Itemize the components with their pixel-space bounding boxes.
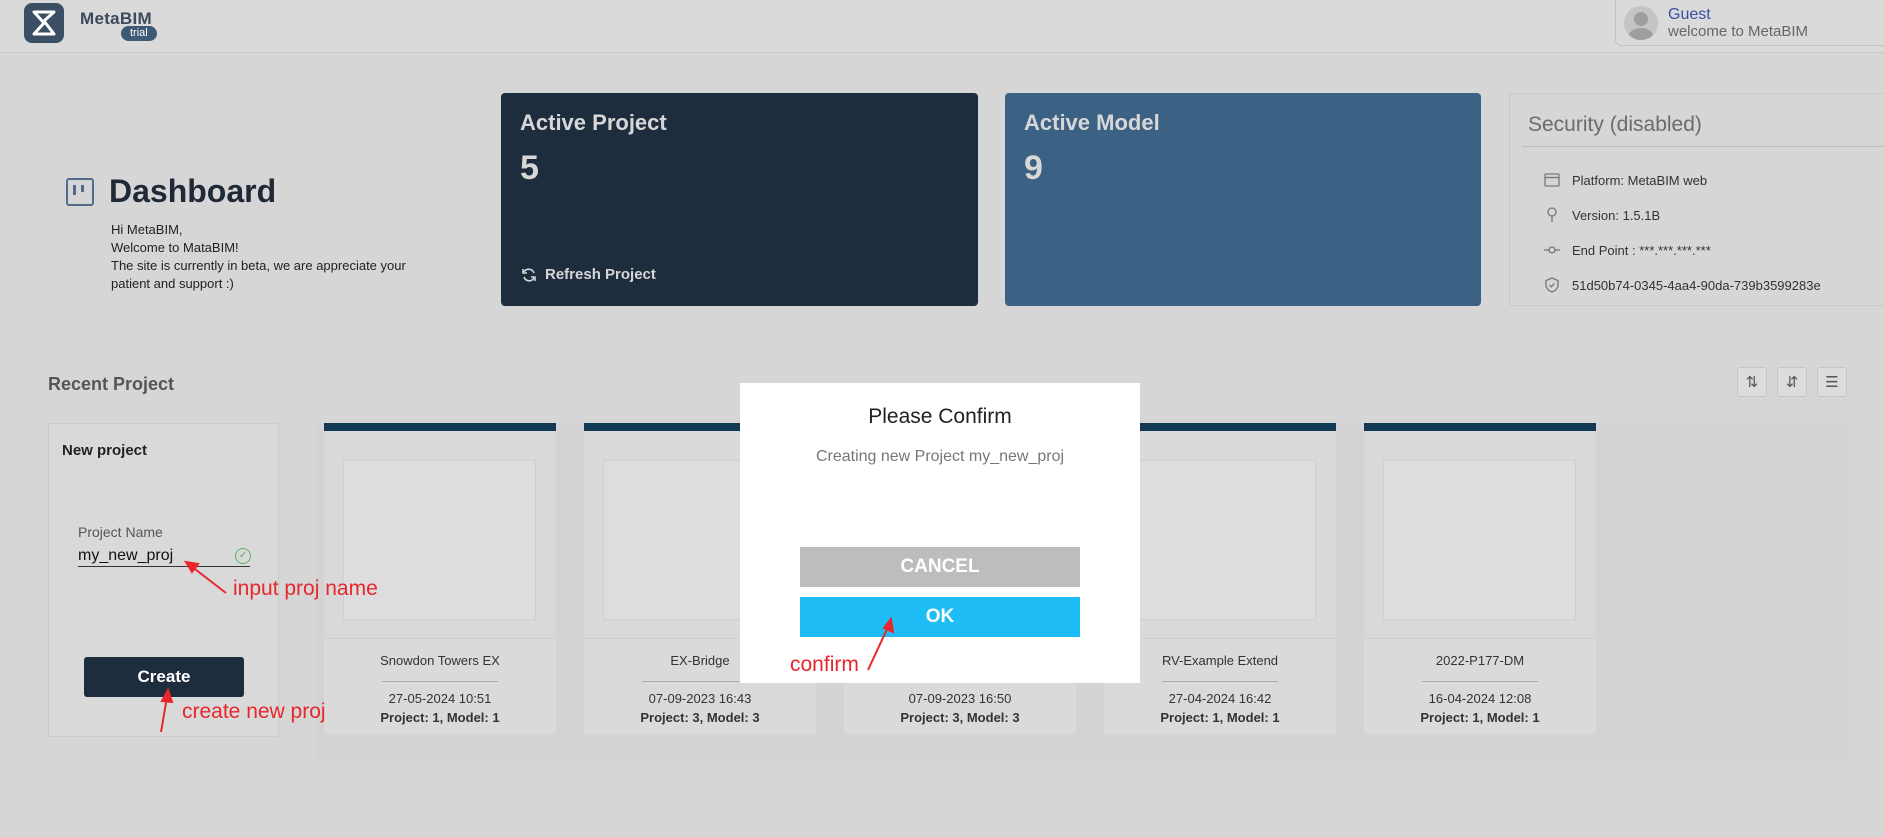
project-date: 16-04-2024 12:08 [1428, 691, 1532, 706]
endpoint-row: End Point : ***.***.***.*** [1544, 242, 1711, 258]
project-counts: Project: 1, Model: 1 [380, 710, 500, 725]
version-text: Version: 1.5.1B [1572, 207, 1661, 223]
sort-filter-button[interactable]: ☰ [1817, 367, 1847, 397]
divider [382, 681, 498, 682]
active-project-label: Active Project [520, 110, 667, 135]
recent-project-title: Recent Project [48, 374, 175, 394]
welcome-text: Welcome to MataBIM! [111, 240, 239, 255]
confirm-dialog: Please Confirm Creating new Project my_n… [740, 383, 1140, 683]
sort-alpha-icon: ⇅ [1745, 374, 1759, 391]
dialog-title: Please Confirm [868, 405, 1012, 428]
divider [1422, 681, 1538, 682]
project-date: 27-05-2024 10:51 [388, 691, 492, 706]
active-project-count: 5 [520, 149, 539, 187]
session-id-text: 51d50b74-0345-4aa4-90da-739b3599283e [1572, 277, 1821, 293]
shield-icon [1544, 277, 1560, 293]
project-date: 07-09-2023 16:43 [648, 691, 752, 706]
create-annotation: create new proj [182, 700, 326, 723]
metabim-logo-icon[interactable] [24, 3, 64, 43]
dashboard-icon [66, 178, 94, 206]
refresh-icon [522, 267, 536, 282]
project-name-label: Project Name [78, 524, 163, 540]
project-thumbnail [1123, 460, 1316, 620]
project-info: 2022-P177-DM 16-04-2024 12:08 Project: 1… [1364, 638, 1596, 734]
greeting-text: Hi MetaBIM, [111, 222, 183, 237]
project-counts: Project: 1, Model: 1 [1160, 710, 1280, 725]
trial-badge: trial [121, 26, 157, 41]
project-name: 2022-P177-DM [1435, 653, 1525, 668]
version-row: Version: 1.5.1B [1544, 207, 1660, 223]
id-row: 51d50b74-0345-4aa4-90da-739b3599283e [1544, 277, 1821, 293]
sort-numeric-icon: ⇵ [1785, 374, 1799, 391]
create-button[interactable]: Create [84, 657, 244, 697]
input-annotation: input proj name [233, 577, 378, 600]
endpoint-text: End Point : ***.***.***.*** [1572, 242, 1711, 258]
project-date: 27-04-2024 16:42 [1168, 691, 1272, 706]
project-date: 07-09-2023 16:50 [908, 691, 1012, 706]
user-menu[interactable]: Guest welcome to MetaBIM [1615, 0, 1884, 46]
project-info: Snowdon Towers EX 27-05-2024 10:51 Proje… [324, 638, 556, 734]
divider [1162, 681, 1278, 682]
active-model-card: Active Model 9 [1005, 93, 1481, 306]
security-card: Security (disabled) Platform: MetaBIM we… [1509, 93, 1884, 306]
dialog-message: Creating new Project my_new_proj [815, 448, 1065, 465]
sort-alpha-button[interactable]: ⇅ [1737, 367, 1767, 397]
active-model-label: Active Model [1024, 110, 1160, 135]
beta-message: The site is currently in beta, we are ap… [111, 258, 406, 291]
refresh-project-button[interactable]: Refresh Project [521, 266, 656, 283]
new-project-title: New project [62, 442, 148, 459]
security-title: Security (disabled) [1528, 113, 1702, 136]
cancel-button[interactable]: CANCEL [800, 547, 1080, 587]
browser-window-icon [1544, 172, 1560, 188]
commit-icon [1544, 242, 1560, 258]
project-name: Snowdon Towers EX [380, 653, 500, 668]
divider [1522, 146, 1884, 147]
pin-icon [1544, 207, 1560, 223]
top-bar: MetaBIM trial Guest welcome to MetaBIM [0, 0, 1884, 53]
confirm-annotation: confirm [790, 653, 859, 676]
active-model-count: 9 [1024, 149, 1043, 187]
refresh-project-label: Refresh Project [545, 266, 656, 283]
project-name-input[interactable] [78, 545, 250, 567]
sort-numeric-button[interactable]: ⇵ [1777, 367, 1807, 397]
active-project-card: Active Project 5 Refresh Project [501, 93, 978, 306]
sort-list-icon: ☰ [1825, 374, 1839, 391]
platform-text: Platform: MetaBIM web [1572, 172, 1708, 188]
user-name: Guest [1668, 6, 1711, 23]
check-icon: ✓ [235, 548, 251, 564]
project-counts: Project: 1, Model: 1 [1420, 710, 1540, 725]
ok-button[interactable]: OK [800, 597, 1080, 637]
page-title: Dashboard [109, 173, 277, 209]
project-card[interactable]: 2022-P177-DM 16-04-2024 12:08 Project: 1… [1364, 423, 1596, 734]
user-subtitle: welcome to MetaBIM [1668, 23, 1809, 40]
avatar-icon [1624, 6, 1658, 40]
dashboard-message: Hi MetaBIM, Welcome to MataBIM! The site… [111, 221, 431, 293]
project-counts: Project: 3, Model: 3 [900, 710, 1020, 725]
platform-row: Platform: MetaBIM web [1544, 172, 1707, 188]
project-thumbnail [1383, 460, 1576, 620]
project-counts: Project: 3, Model: 3 [640, 710, 760, 725]
